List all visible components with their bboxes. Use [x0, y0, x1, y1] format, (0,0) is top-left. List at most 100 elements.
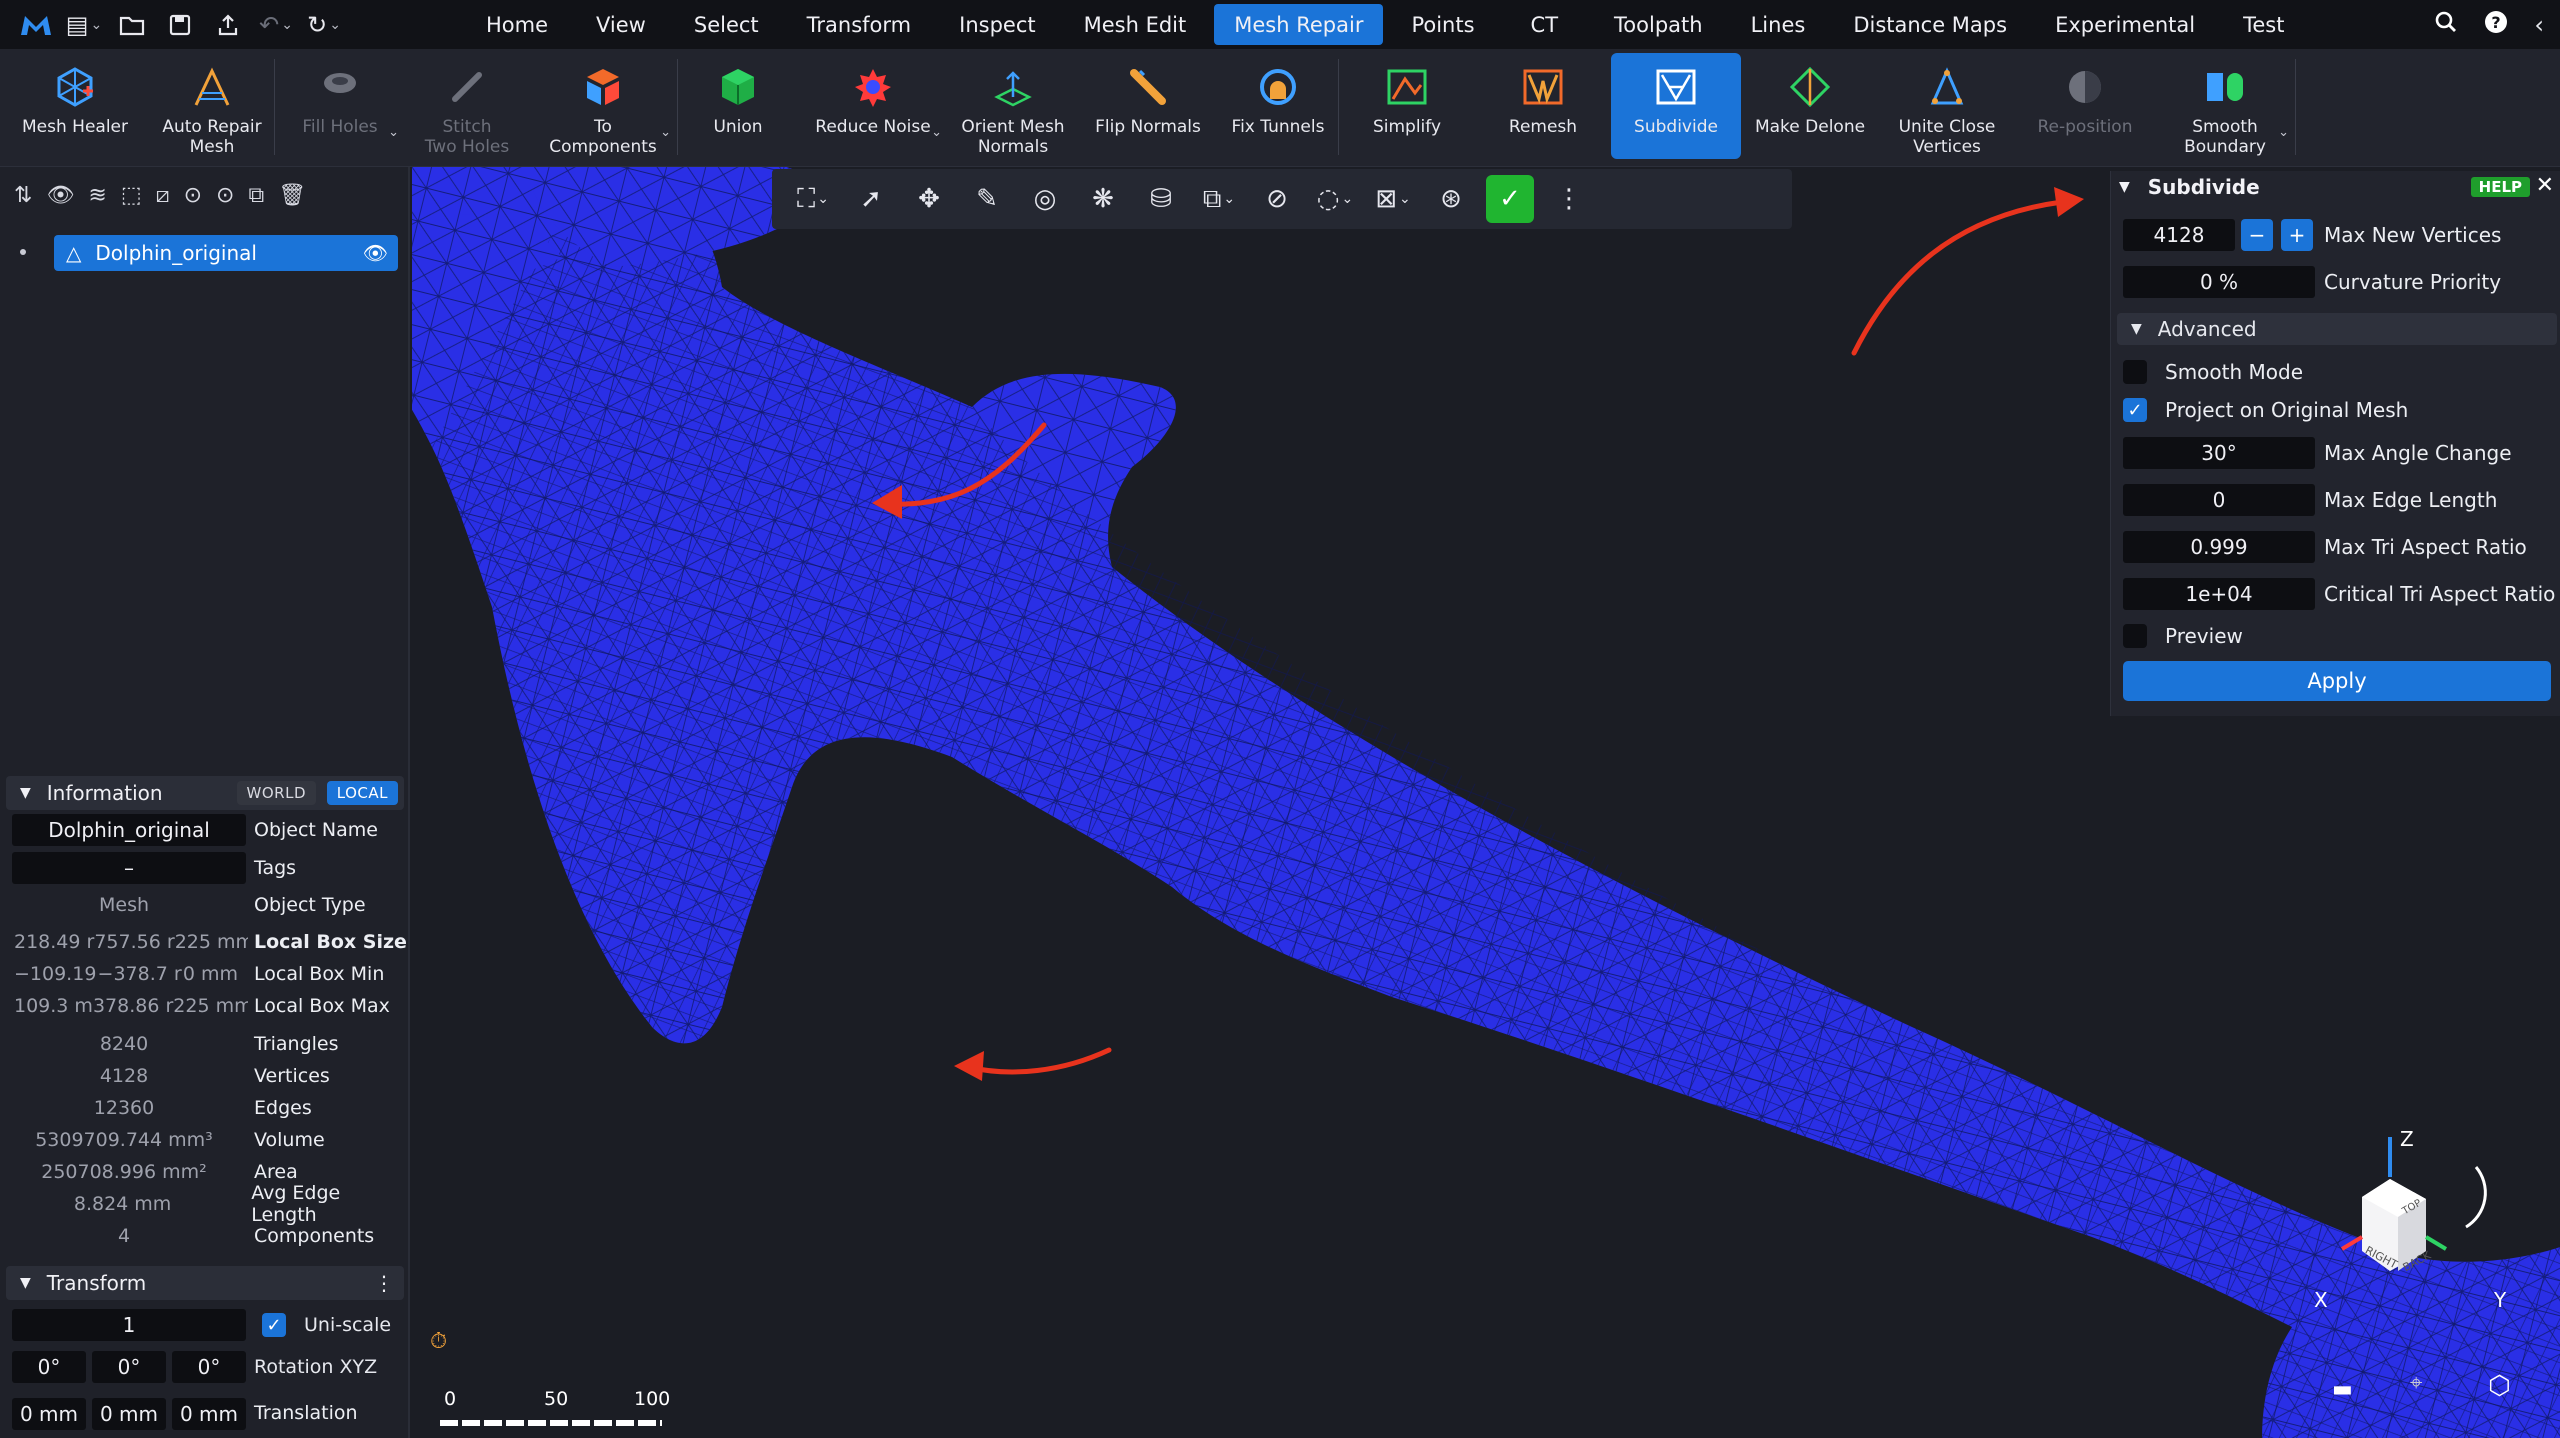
tab-toolpath[interactable]: Toolpath [1594, 4, 1723, 45]
smooth-mode-checkbox[interactable] [2123, 360, 2147, 384]
move-down-icon[interactable]: ⊙ [216, 183, 234, 208]
open-folder-icon[interactable] [110, 5, 154, 45]
fill-holes-dropdown-icon[interactable]: ⌄ [388, 123, 399, 143]
max-angle-input[interactable]: 30° [2123, 437, 2315, 469]
sort-icon[interactable]: ⇅ [14, 183, 32, 208]
translation-y-field[interactable]: 0 mm [92, 1398, 166, 1430]
hide-all-icon[interactable]: ≋ [88, 183, 106, 208]
transform-gizmo-icon[interactable]: ❋ [1080, 176, 1126, 222]
mesh-healer-button[interactable]: Mesh Healer [0, 49, 150, 163]
more-icon[interactable]: ⋮ [1546, 176, 1592, 222]
view-cube-icon[interactable]: ⬡ [2488, 1371, 2511, 1401]
local-toggle[interactable]: LOCAL [326, 781, 398, 805]
critical-tri-aspect-input[interactable]: 1e+04 [2123, 578, 2315, 610]
tags-field[interactable]: – [12, 852, 246, 884]
transform-header[interactable]: ▼ Transform ⋮ [6, 1266, 404, 1300]
reposition-button[interactable]: Re-position [2015, 49, 2155, 163]
collapse-left-icon[interactable]: ‹ [2534, 11, 2544, 39]
to-components-button[interactable]: To Components ⌄ [529, 49, 677, 163]
subdivide-button[interactable]: Subdivide [1611, 53, 1741, 159]
auto-repair-mesh-button[interactable]: Auto Repair Mesh [150, 49, 274, 163]
tab-test[interactable]: Test [2223, 4, 2304, 45]
deselect-icon[interactable]: ⧄ [156, 183, 170, 208]
tab-transform[interactable]: Transform [787, 4, 931, 45]
flip-normals-button[interactable]: Flip Normals [1078, 49, 1218, 163]
translation-x-field[interactable]: 0 mm [12, 1398, 86, 1430]
tab-inspect[interactable]: Inspect [939, 4, 1055, 45]
max-new-vertices-input[interactable]: 4128 [2123, 219, 2235, 251]
mesh-settings-icon[interactable]: ⊛ [1428, 176, 1474, 222]
scene-object-row[interactable]: △ Dolphin_original 👁 [54, 235, 398, 271]
move-up-icon[interactable]: ⊙ [184, 183, 202, 208]
fix-tunnels-button[interactable]: Fix Tunnels [1218, 49, 1338, 163]
new-file-icon[interactable]: ▤ ⌄ [62, 5, 106, 45]
orient-mesh-normals-button[interactable]: Orient Mesh Normals [948, 49, 1078, 163]
remesh-button[interactable]: Remesh [1475, 49, 1611, 163]
tab-mesh-repair[interactable]: Mesh Repair [1214, 4, 1384, 45]
more-options-icon[interactable]: ⋮ [374, 1271, 394, 1295]
translation-z-field[interactable]: 0 mm [172, 1398, 246, 1430]
preview-checkbox[interactable] [2123, 624, 2147, 648]
max-tri-aspect-input[interactable]: 0.999 [2123, 531, 2315, 563]
hide-faces-icon[interactable]: ⊘ [1254, 176, 1300, 222]
search-icon[interactable] [2434, 10, 2458, 40]
tab-view[interactable]: View [576, 4, 666, 45]
curvature-priority-slider[interactable]: 0 % [2123, 266, 2315, 298]
redo-icon[interactable]: ↻ ⌄ [302, 5, 346, 45]
to-components-dropdown-icon[interactable]: ⌄ [660, 123, 671, 143]
frame-selection-icon[interactable]: ⛶ ⌄ [790, 176, 836, 222]
fit-view-icon[interactable]: ⌖ [2410, 1371, 2422, 1396]
tab-mesh-edit[interactable]: Mesh Edit [1064, 4, 1207, 45]
simplify-button[interactable]: Simplify [1339, 49, 1475, 163]
tab-lines[interactable]: Lines [1731, 4, 1826, 45]
select-all-icon[interactable]: ⬚ [121, 183, 142, 208]
export-icon[interactable] [206, 5, 250, 45]
apply-button[interactable]: Apply [2123, 661, 2551, 701]
paint-bucket-icon[interactable]: ⛁ [1138, 176, 1184, 222]
toggle-check-icon[interactable]: ✓ [1486, 175, 1534, 223]
help-icon[interactable]: ? [2484, 10, 2508, 40]
tab-home[interactable]: Home [466, 4, 568, 45]
close-icon[interactable]: ✕ [2536, 173, 2554, 198]
world-toggle[interactable]: WORLD [236, 781, 316, 805]
make-delone-button[interactable]: Make Delone [1741, 49, 1879, 163]
layers-icon[interactable]: ⧉ ⌄ [1196, 176, 1242, 222]
tab-points[interactable]: Points [1391, 4, 1494, 45]
increment-button[interactable]: + [2281, 219, 2313, 251]
save-icon[interactable] [158, 5, 202, 45]
select-pointer-icon[interactable]: ➚ [848, 176, 894, 222]
mirror-icon[interactable]: ◎ [1022, 176, 1068, 222]
timer-icon[interactable]: ⏱ [430, 1329, 447, 1354]
smooth-boundary-dropdown-icon[interactable]: ⌄ [2278, 123, 2289, 143]
object-name-field[interactable]: Dolphin_original [12, 814, 246, 846]
fill-holes-button[interactable]: Fill Holes ⌄ [275, 49, 405, 163]
tab-distance-maps[interactable]: Distance Maps [1833, 4, 2027, 45]
smooth-boundary-button[interactable]: Smooth Boundary ⌄ [2155, 49, 2295, 163]
tab-ct[interactable]: CT [1503, 4, 1587, 45]
unite-close-vertices-button[interactable]: Unite Close Vertices [1879, 49, 2015, 163]
tab-select[interactable]: Select [674, 4, 779, 45]
show-all-icon[interactable]: 👁 [46, 183, 74, 208]
reduce-noise-dropdown-icon[interactable]: ⌄ [931, 123, 942, 143]
box-select-icon[interactable]: ⊠ ⌄ [1370, 176, 1416, 222]
stitch-two-holes-button[interactable]: Stitch Two Holes [405, 49, 529, 163]
information-header[interactable]: ▼ Information WORLD LOCAL [6, 776, 404, 810]
union-button[interactable]: Union [678, 49, 798, 163]
reduce-noise-button[interactable]: Reduce Noise ⌄ [798, 49, 948, 163]
axis-y-label: Y [2494, 1288, 2507, 1312]
advanced-header[interactable]: ▼ Advanced [2117, 313, 2557, 345]
visibility-eye-icon[interactable]: 👁 [363, 241, 388, 265]
app-logo-icon[interactable] [14, 5, 58, 45]
undo-icon[interactable]: ↶ ⌄ [254, 5, 298, 45]
move-icon[interactable]: ✥ [906, 176, 952, 222]
lasso-icon[interactable]: ◌ ⌄ [1312, 176, 1358, 222]
tab-experimental[interactable]: Experimental [2035, 4, 2215, 45]
ortho-toggle-icon[interactable]: ▬ [2332, 1377, 2353, 1402]
decrement-button[interactable]: − [2241, 219, 2273, 251]
delete-icon[interactable]: 🗑 [278, 183, 306, 208]
help-button[interactable]: HELP [2470, 177, 2530, 197]
max-edge-input[interactable]: 0 [2123, 484, 2315, 516]
project-checkbox[interactable]: ✓ [2123, 398, 2147, 422]
duplicate-icon[interactable]: ⧉ [248, 183, 264, 208]
edit-brush-icon[interactable]: ✎ [964, 176, 1010, 222]
